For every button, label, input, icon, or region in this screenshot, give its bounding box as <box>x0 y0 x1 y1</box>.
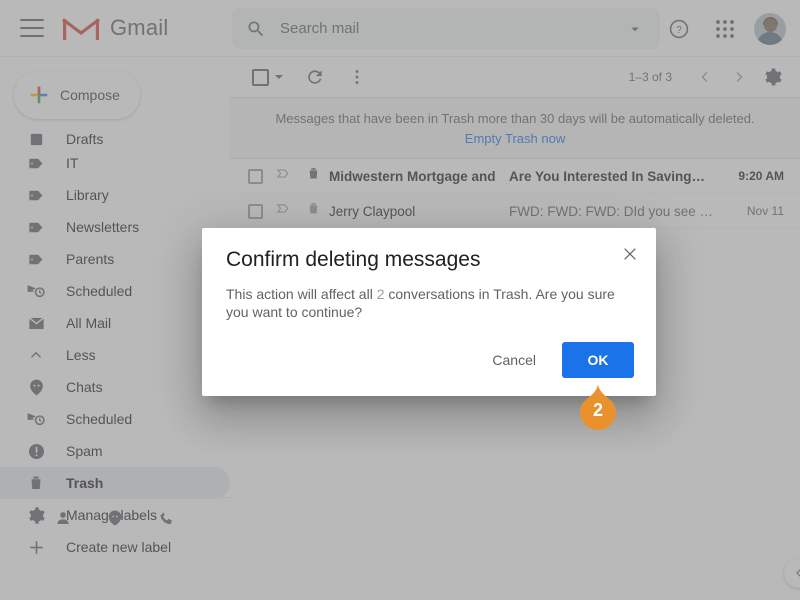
ok-button[interactable]: OK <box>562 342 634 378</box>
dialog-message-before: This action will affect all <box>226 286 373 302</box>
gmail-app-window: Gmail ? <box>0 0 800 600</box>
marker-step-number: 2 <box>592 400 603 420</box>
dialog-title: Confirm deleting messages <box>226 248 481 271</box>
confirm-delete-dialog: Confirm deleting messages This action wi… <box>202 228 656 396</box>
dialog-message-count: 2 <box>376 286 385 302</box>
dialog-actions: Cancel OK <box>484 342 634 378</box>
step-marker: 2 <box>578 385 618 433</box>
dialog-message: This action will affect all 2 conversati… <box>226 285 626 321</box>
cancel-button[interactable]: Cancel <box>484 343 544 377</box>
close-icon[interactable] <box>618 242 642 266</box>
